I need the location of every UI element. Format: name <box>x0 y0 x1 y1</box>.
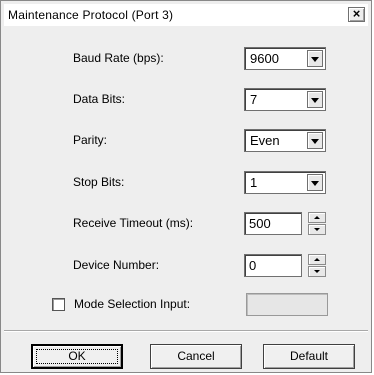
device-number-increment-button[interactable] <box>308 254 326 265</box>
device-number-spinner <box>308 254 326 277</box>
data-bits-dropdown-button[interactable] <box>307 91 323 108</box>
chevron-down-icon <box>311 98 319 103</box>
baud-rate-value: 9600 <box>250 51 279 66</box>
receive-timeout-input[interactable]: 500 <box>244 212 302 235</box>
stop-bits-value: 1 <box>250 175 258 190</box>
device-number-label: Device Number: <box>73 258 160 272</box>
parity-dropdown-button[interactable] <box>307 132 323 149</box>
title-bar[interactable]: Maintenance Protocol (Port 3) × <box>4 4 368 26</box>
parity-value: Even <box>250 133 280 148</box>
data-bits-dropdown[interactable]: 7 <box>244 88 326 111</box>
parity-label: Parity: <box>73 133 108 147</box>
device-number-value: 0 <box>249 258 257 273</box>
close-icon: × <box>352 6 361 21</box>
baud-rate-dropdown[interactable]: 9600 <box>244 47 326 70</box>
parity-dropdown[interactable]: Even <box>244 129 326 152</box>
receive-timeout-spinner <box>308 212 326 235</box>
receive-timeout-value: 500 <box>249 216 271 231</box>
default-button[interactable]: Default <box>263 344 355 369</box>
focus-rectangle <box>36 349 118 364</box>
dialog-title: Maintenance Protocol (Port 3) <box>8 8 174 22</box>
mode-selection-checkbox[interactable] <box>52 298 65 311</box>
close-button[interactable]: × <box>348 7 365 22</box>
arrow-up-icon <box>314 258 320 261</box>
button-separator <box>4 330 368 332</box>
arrow-up-icon <box>314 216 320 219</box>
arrow-down-icon <box>314 228 320 231</box>
dialog-window: Maintenance Protocol (Port 3) × Baud Rat… <box>0 0 372 373</box>
cancel-button[interactable]: Cancel <box>150 344 242 369</box>
chevron-down-icon <box>311 139 319 144</box>
stop-bits-dropdown-button[interactable] <box>307 174 323 191</box>
receive-timeout-label: Receive Timeout (ms): <box>73 216 194 230</box>
ok-button[interactable]: OK <box>31 344 123 369</box>
arrow-down-icon <box>314 270 320 273</box>
mode-selection-input <box>246 293 328 316</box>
stop-bits-dropdown[interactable]: 1 <box>244 171 326 194</box>
data-bits-value: 7 <box>250 92 258 107</box>
data-bits-label: Data Bits: <box>73 92 126 106</box>
stop-bits-label: Stop Bits: <box>73 175 125 189</box>
receive-timeout-decrement-button[interactable] <box>308 224 326 235</box>
baud-rate-label: Baud Rate (bps): <box>73 51 164 65</box>
chevron-down-icon <box>311 181 319 186</box>
baud-rate-dropdown-button[interactable] <box>307 50 323 67</box>
device-number-decrement-button[interactable] <box>308 266 326 277</box>
default-button-label: Default <box>289 349 329 363</box>
cancel-button-label: Cancel <box>177 349 215 363</box>
chevron-down-icon <box>311 57 319 62</box>
receive-timeout-increment-button[interactable] <box>308 212 326 223</box>
device-number-input[interactable]: 0 <box>244 254 302 277</box>
mode-selection-label: Mode Selection Input: <box>74 297 191 311</box>
